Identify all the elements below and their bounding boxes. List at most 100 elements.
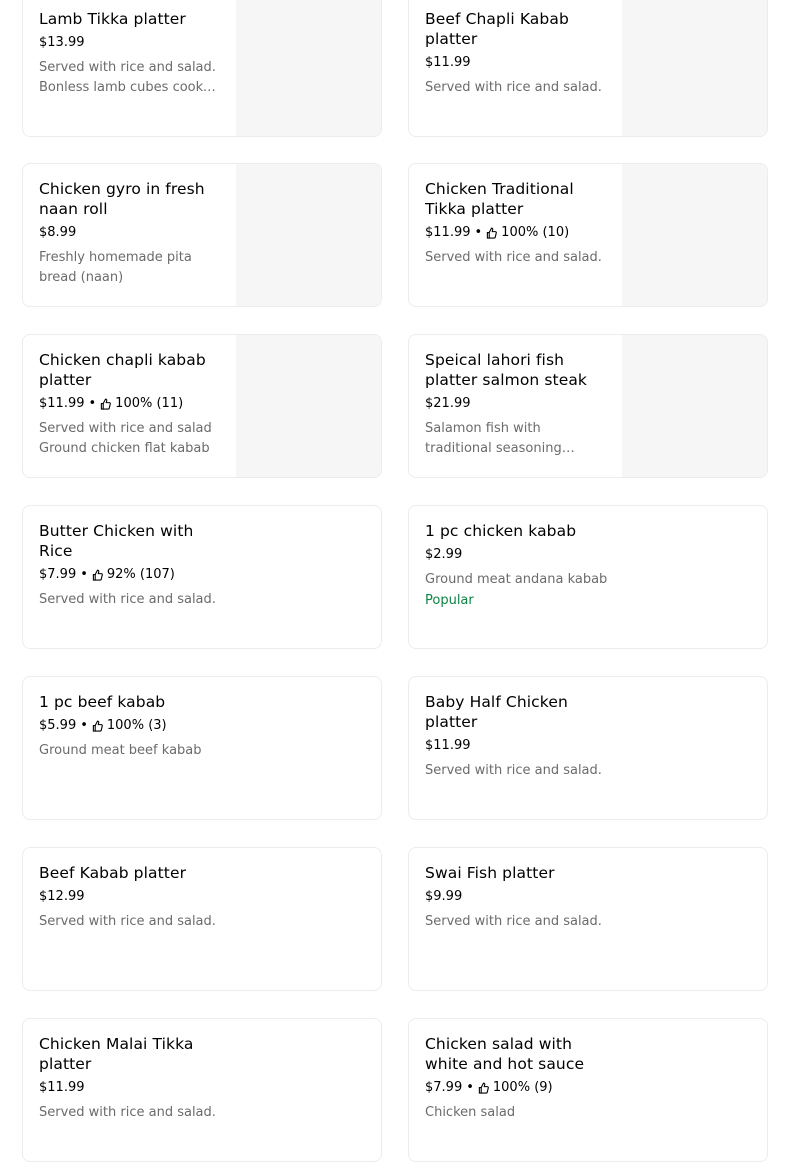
menu-item-card[interactable]: Lamb Tikka platter $13.99 Served with rice… bbox=[22, 0, 382, 137]
menu-item-meta: $21.99 bbox=[425, 395, 608, 413]
menu-grid: Lamb Tikka platter $13.99 Served with rice… bbox=[0, 0, 804, 1175]
menu-item-card[interactable]: Chicken salad with white and hot sauce $7… bbox=[408, 1018, 768, 1162]
menu-item-description: Freshly homemade pita bread (naan) bbox=[39, 250, 192, 285]
menu-item-info: Chicken Malai Tikka platter $11.99 Served … bbox=[39, 1034, 222, 1123]
separator-dot: • bbox=[80, 718, 88, 733]
menu-item-card[interactable]: 1 pc chicken kabab $2.99 Ground meat andan… bbox=[408, 505, 768, 649]
menu-item-info: 1 pc chicken kabab $2.99 Ground meat andan… bbox=[425, 521, 608, 610]
menu-item-title: Butter Chicken with Rice bbox=[39, 522, 194, 560]
menu-item-description: Served with rice and salad. bbox=[425, 250, 602, 265]
menu-item-title: Beef Chapli Kabab platter bbox=[425, 10, 569, 48]
menu-item-rating: 100% (11) bbox=[115, 396, 184, 411]
menu-item-info: Chicken Traditional Tikka platter $11.99 •… bbox=[425, 179, 608, 268]
menu-item-info: Lamb Tikka platter $13.99 Served with rice… bbox=[39, 9, 222, 98]
menu-item-image[interactable] bbox=[622, 335, 767, 477]
menu-item-info: Chicken chapli kabab platter $11.99 • 100% … bbox=[39, 350, 222, 459]
menu-item-title: Beef Kabab platter bbox=[39, 864, 187, 882]
menu-item-meta: $5.99 • 100% (3) bbox=[39, 717, 222, 735]
menu-item-image[interactable] bbox=[236, 0, 381, 136]
menu-item-rating: 100% (3) bbox=[106, 718, 167, 733]
menu-item-info: Chicken salad with white and hot sauce $7… bbox=[425, 1034, 608, 1123]
menu-item-info: Butter Chicken with Rice $7.99 • 92% (107) S… bbox=[39, 521, 222, 610]
menu-item-image[interactable] bbox=[622, 0, 767, 136]
menu-item-price: $11.99 bbox=[39, 396, 85, 411]
menu-item-meta: $11.99 bbox=[425, 737, 608, 755]
menu-item-card[interactable]: Chicken gyro in fresh naan roll $8.99 Fres… bbox=[22, 163, 382, 307]
menu-item-card[interactable]: Swai Fish platter $9.99 Served with rice a… bbox=[408, 847, 768, 991]
thumbs-up-icon bbox=[100, 398, 112, 410]
menu-item-rating: 92% (107) bbox=[106, 567, 175, 582]
popular-badge: Popular bbox=[425, 593, 474, 608]
menu-item-info: Baby Half Chicken platter $11.99 Served wi… bbox=[425, 692, 608, 781]
menu-item-rating: 100% (9) bbox=[492, 1080, 553, 1095]
menu-item-price: $11.99 bbox=[39, 1080, 85, 1095]
menu-item-meta: $11.99 • 100% (11) bbox=[39, 395, 222, 413]
menu-item-meta: $7.99 • 92% (107) bbox=[39, 566, 222, 584]
menu-item-meta: $2.99 bbox=[425, 546, 608, 564]
separator-dot: • bbox=[80, 567, 88, 582]
menu-item-title: 1 pc chicken kabab bbox=[425, 522, 577, 540]
menu-item-title: Chicken Traditional Tikka platter bbox=[425, 180, 574, 218]
menu-item-description: Ground meat andana kabab bbox=[425, 572, 608, 587]
menu-item-meta: $11.99 bbox=[39, 1079, 222, 1097]
menu-item-description: Ground meat beef kabab bbox=[39, 743, 202, 758]
menu-item-price: $7.99 bbox=[425, 1080, 463, 1095]
menu-item-meta: $8.99 bbox=[39, 224, 222, 242]
separator-dot: • bbox=[88, 396, 97, 411]
menu-item-price: $13.99 bbox=[39, 35, 85, 50]
menu-item-image[interactable] bbox=[236, 164, 381, 306]
menu-item-title: 1 pc beef kabab bbox=[39, 693, 166, 711]
menu-item-image[interactable] bbox=[622, 164, 767, 306]
menu-item-title: Chicken salad with white and hot sauce bbox=[425, 1035, 585, 1073]
menu-item-card[interactable]: Beef Chapli Kabab platter $11.99 Served wi… bbox=[408, 0, 768, 137]
menu-item-info: Beef Kabab platter $12.99 Served with rice… bbox=[39, 863, 222, 932]
menu-item-description: Salamon fish with traditional seasoning … bbox=[425, 421, 562, 456]
menu-item-card[interactable]: Beef Kabab platter $12.99 Served with rice… bbox=[22, 847, 382, 991]
menu-item-title: Chicken chapli kabab platter bbox=[39, 351, 206, 389]
menu-item-title: Chicken Malai Tikka platter bbox=[39, 1035, 194, 1073]
menu-item-meta: $11.99 • 100% (10) bbox=[425, 224, 608, 242]
menu-item-meta: $11.99 bbox=[425, 54, 608, 72]
thumbs-up-icon bbox=[92, 720, 103, 732]
menu-item-price: $12.99 bbox=[39, 889, 85, 904]
menu-item-rating: 100% (10) bbox=[501, 225, 570, 240]
menu-item-meta: $12.99 bbox=[39, 888, 222, 906]
menu-item-meta: $13.99 bbox=[39, 34, 222, 52]
menu-item-card[interactable]: Butter Chicken with Rice $7.99 • 92% (107) S… bbox=[22, 505, 382, 649]
menu-item-card[interactable]: Chicken chapli kabab platter $11.99 • 100% … bbox=[22, 334, 382, 478]
menu-item-description: Served with rice and salad. bbox=[39, 1105, 216, 1120]
menu-item-card[interactable]: Baby Half Chicken platter $11.99 Served wi… bbox=[408, 676, 768, 820]
menu-item-image[interactable] bbox=[236, 335, 381, 477]
menu-item-card[interactable]: Chicken Traditional Tikka platter $11.99 •… bbox=[408, 163, 768, 307]
separator-dot: • bbox=[466, 1080, 474, 1095]
thumbs-up-icon bbox=[486, 227, 498, 239]
menu-item-title: Lamb Tikka platter bbox=[39, 10, 186, 28]
menu-item-meta: $7.99 • 100% (9) bbox=[425, 1079, 608, 1097]
menu-item-price: $5.99 bbox=[39, 718, 77, 733]
thumbs-up-icon bbox=[92, 569, 103, 581]
menu-item-description: Served with rice and salad. bbox=[425, 914, 602, 929]
menu-item-card[interactable]: Speical lahori fish platter salmon steak… bbox=[408, 334, 768, 478]
separator-dot: • bbox=[474, 225, 483, 240]
menu-item-price: $21.99 bbox=[425, 396, 471, 411]
menu-item-info: 1 pc beef kabab $5.99 • 100% (3) Ground meat… bbox=[39, 692, 222, 761]
thumbs-up-icon bbox=[478, 1082, 489, 1094]
menu-item-info: Speical lahori fish platter salmon steak… bbox=[425, 350, 608, 459]
menu-item-price: $8.99 bbox=[39, 225, 77, 240]
menu-item-description: Served with rice and salad. bbox=[39, 592, 216, 607]
menu-item-card[interactable]: 1 pc beef kabab $5.99 • 100% (3) Ground meat… bbox=[22, 676, 382, 820]
menu-item-info: Chicken gyro in fresh naan roll $8.99 Fres… bbox=[39, 179, 222, 288]
menu-item-price: $11.99 bbox=[425, 225, 471, 240]
menu-item-price: $9.99 bbox=[425, 889, 463, 904]
menu-item-title: Baby Half Chicken platter bbox=[425, 693, 568, 731]
menu-item-price: $7.99 bbox=[39, 567, 77, 582]
menu-item-description: Served with rice and salad. bbox=[39, 914, 216, 929]
menu-item-price: $2.99 bbox=[425, 547, 463, 562]
menu-item-description: Served with rice and salad. bbox=[425, 763, 602, 778]
menu-item-info: Beef Chapli Kabab platter $11.99 Served wi… bbox=[425, 9, 608, 98]
menu-item-description: Served with rice and salad. Bonless lamb… bbox=[39, 60, 219, 95]
menu-item-info: Swai Fish platter $9.99 Served with rice a… bbox=[425, 863, 608, 932]
menu-item-description: Served with rice and salad Ground chicke… bbox=[39, 421, 212, 456]
menu-item-price: $11.99 bbox=[425, 738, 471, 753]
menu-item-card[interactable]: Chicken Malai Tikka platter $11.99 Served … bbox=[22, 1018, 382, 1162]
